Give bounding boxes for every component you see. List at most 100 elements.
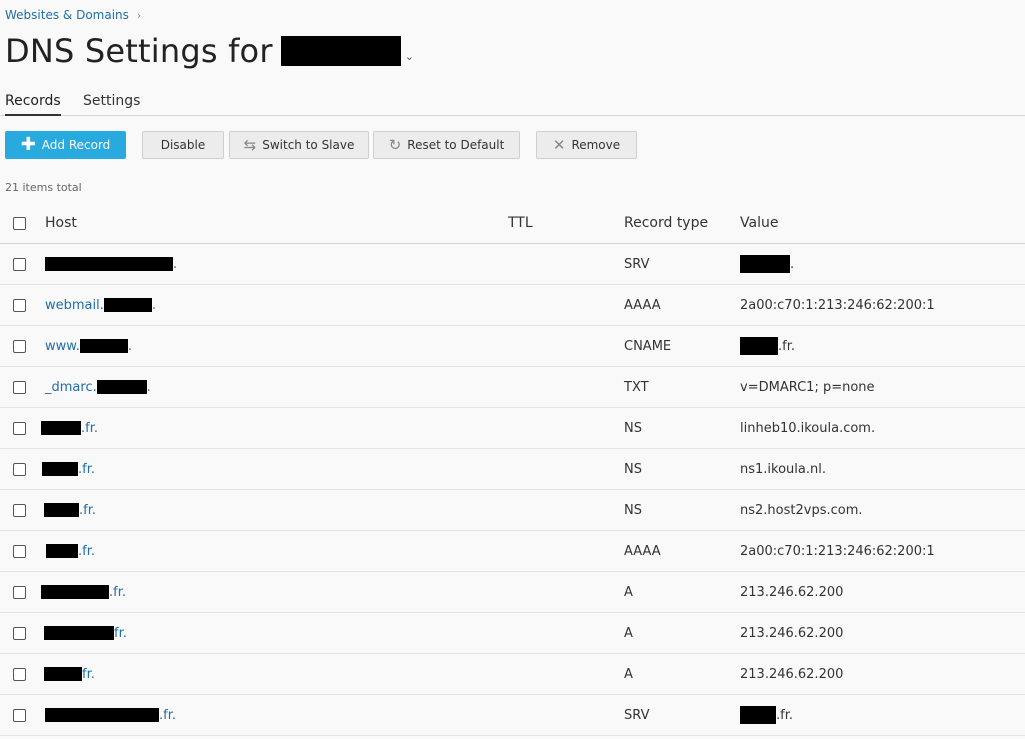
value-cell: 213.246.62.200 [740,572,843,612]
table-row: .fr. SRV .fr. [0,695,1025,736]
host-cell: .fr. [46,531,95,571]
breadcrumb-link-websites-domains[interactable]: Websites & Domains [5,8,129,22]
switch-to-slave-label: Switch to Slave [262,138,355,152]
host-link[interactable]: webmail.. [45,298,156,313]
redacted-host [44,667,82,681]
host-link[interactable]: fr. [44,626,127,641]
host-link[interactable]: .fr. [41,421,98,436]
add-record-button[interactable]: ✚ Add Record [5,131,126,159]
host-link[interactable]: .fr. [46,544,95,559]
row-checkbox[interactable] [13,709,26,722]
host-cell: .fr. [42,449,95,489]
table-row: .fr. A 213.246.62.200 [0,572,1025,613]
redacted-value [740,706,776,724]
redacted-host [96,380,147,394]
host-cell: .fr. [41,572,126,612]
row-checkbox[interactable] [13,668,26,681]
table-row: .fr. NS ns2.host2vps.com. [0,490,1025,531]
record-type-cell: NS [624,461,642,477]
chevron-down-icon[interactable]: ⌄ [405,50,414,63]
record-type-cell: AAAA [624,543,661,559]
dns-records-table: Host TTL Record type Value . SRV. webmail.… [0,202,1025,736]
host-link[interactable]: .fr. [42,462,95,477]
host-link[interactable]: .fr. [41,585,126,600]
row-checkbox[interactable] [13,463,26,476]
disable-button[interactable]: Disable [142,131,224,159]
host-prefix: webmail. [45,297,104,313]
tab-bar: Records Settings [0,92,1025,116]
host-suffix: fr. [82,666,95,682]
column-header-record-type[interactable]: Record type [624,202,708,243]
host-suffix: .fr. [81,420,98,436]
value-cell: linheb10.ikoula.com. [740,408,875,448]
value-cell: ns1.ikoula.nl. [740,449,826,489]
tab-settings[interactable]: Settings [83,92,140,116]
table-row: webmail.. AAAA 2a00:c70:1:213:246:62:200:1 [0,285,1025,326]
record-type-cell: SRV [624,256,650,272]
column-header-ttl[interactable]: TTL [508,202,533,243]
value-text: linheb10.ikoula.com. [740,420,876,436]
value-text: .fr. [776,707,793,723]
host-link[interactable]: .fr. [45,708,176,723]
host-link[interactable]: . [45,257,177,272]
value-cell: 2a00:c70:1:213:246:62:200:1 [740,285,935,325]
record-type-cell: AAAA [624,297,661,313]
column-header-value[interactable]: Value [740,202,778,243]
record-type-cell: SRV [624,707,650,723]
value-cell: .fr. [740,326,795,366]
remove-button[interactable]: ✕ Remove [536,131,637,159]
host-cell: fr. [44,654,95,694]
value-cell: .fr. [740,695,793,735]
value-cell: 213.246.62.200 [740,613,843,653]
row-checkbox[interactable] [13,381,26,394]
record-type-cell: CNAME [624,338,672,354]
switch-to-slave-button[interactable]: ⇆ Switch to Slave [229,131,369,159]
row-checkbox[interactable] [13,258,26,271]
tab-records[interactable]: Records [5,92,61,116]
column-header-host[interactable]: Host [45,202,77,243]
table-row: . SRV. [0,244,1025,285]
redacted-host [79,339,128,353]
host-link[interactable]: _dmarc.. [45,380,151,395]
value-cell: v=DMARC1; p=none [740,367,875,407]
row-checkbox[interactable] [13,504,26,517]
host-suffix: . [127,338,132,354]
redacted-value [740,337,778,355]
table-row: fr. A 213.246.62.200 [0,654,1025,695]
value-cell: . [740,244,794,284]
table-row: fr. A 213.246.62.200 [0,613,1025,654]
host-cell: . [45,244,177,284]
value-cell: 2a00:c70:1:213:246:62:200:1 [740,531,935,571]
host-cell: .fr. [45,695,176,735]
value-text: 213.246.62.200 [740,584,844,600]
row-checkbox[interactable] [13,299,26,312]
host-link[interactable]: fr. [44,667,95,682]
value-text: ns1.ikoula.nl. [740,461,826,477]
host-cell: www.. [45,326,132,366]
value-text: ns2.host2vps.com. [740,502,863,518]
host-suffix: .fr. [78,543,95,559]
host-link[interactable]: .fr. [44,503,96,518]
plus-icon: ✚ [20,134,36,155]
host-suffix: . [173,256,178,272]
switch-arrows-icon: ⇆ [243,135,257,154]
redacted-host [44,626,114,640]
row-checkbox[interactable] [13,627,26,640]
redacted-host [42,462,78,476]
record-type-cell: A [624,584,633,600]
row-checkbox[interactable] [13,340,26,353]
host-cell: webmail.. [45,285,156,325]
host-suffix: .fr. [159,707,176,723]
page-title-text: DNS Settings for [5,32,273,70]
host-link[interactable]: www.. [45,339,132,354]
row-checkbox[interactable] [13,422,26,435]
value-text: .fr. [778,338,795,354]
redacted-host [44,503,79,517]
value-text: . [790,256,795,272]
select-all-checkbox[interactable] [13,217,26,230]
row-checkbox[interactable] [13,586,26,599]
table-header: Host TTL Record type Value [0,202,1025,244]
reset-to-default-button[interactable]: ↻ Reset to Default [373,131,520,159]
host-suffix: fr. [114,625,127,641]
row-checkbox[interactable] [13,545,26,558]
